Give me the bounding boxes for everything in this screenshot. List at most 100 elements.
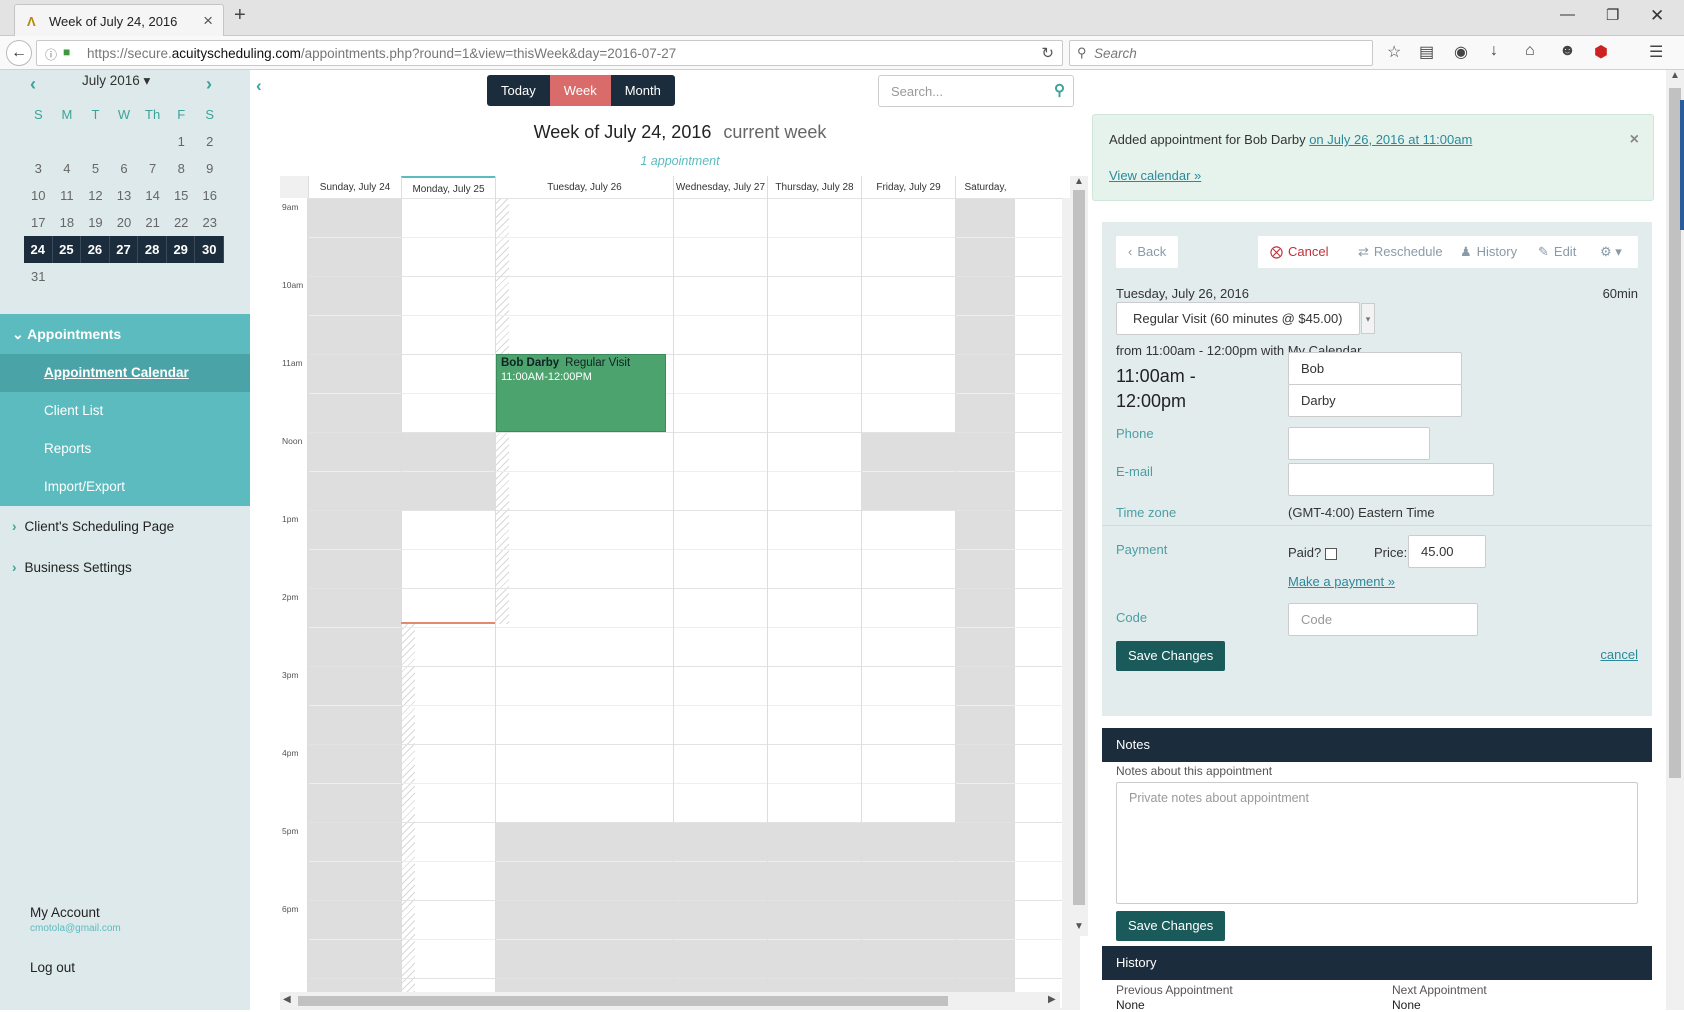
select-arrow-icon[interactable]: ▾	[1361, 303, 1375, 334]
save-notes-button[interactable]: Save Changes	[1116, 911, 1226, 941]
sidebar-item-appointment-calendar[interactable]: Appointment Calendar	[0, 354, 250, 392]
reader-icon[interactable]: ▤	[1419, 42, 1434, 62]
search-icon[interactable]: ⚲	[1054, 81, 1065, 99]
scroll-down-icon[interactable]: ▼	[1074, 921, 1084, 932]
calendar-day[interactable]: 12	[81, 182, 110, 209]
emoji-icon[interactable]: ☻	[1559, 42, 1576, 60]
calendar-day[interactable]: 19	[81, 209, 110, 236]
calendar-day[interactable]: 31	[24, 263, 53, 290]
calendar-day[interactable]: 18	[53, 209, 82, 236]
web-search-box[interactable]: ⚲ Search	[1069, 40, 1373, 66]
month-selector[interactable]: July 2016 ▾	[82, 73, 150, 89]
adblock-icon[interactable]: ⬢	[1594, 42, 1608, 62]
restore-icon[interactable]: ❐	[1606, 6, 1619, 24]
day-header[interactable]: Tuesday, July 26	[495, 176, 673, 198]
phone-field[interactable]	[1288, 427, 1430, 460]
sidebar-item-import-export[interactable]: Import/Export	[0, 468, 250, 506]
url-bar[interactable]: ⓘ ■ https://secure.acuityscheduling.com/…	[36, 40, 1063, 66]
sidebar-item-client-list[interactable]: Client List	[0, 392, 250, 430]
day-header[interactable]: Friday, July 29	[861, 176, 955, 198]
cancel-link[interactable]: cancel	[1600, 647, 1638, 662]
save-changes-button[interactable]: Save Changes	[1116, 641, 1226, 671]
scroll-up-icon[interactable]: ▲	[1670, 70, 1680, 81]
pocket-icon[interactable]: ◉	[1454, 42, 1468, 62]
view-calendar-link[interactable]: View calendar »	[1109, 168, 1201, 183]
calendar-day[interactable]: 14	[138, 182, 167, 209]
make-payment-link[interactable]: Make a payment »	[1288, 574, 1395, 589]
sidebar-section-appointments[interactable]: ⌄ Appointments	[0, 314, 250, 354]
calendar-day[interactable]: 10	[24, 182, 53, 209]
price-field[interactable]: 45.00	[1408, 535, 1486, 568]
minimize-icon[interactable]: —	[1560, 6, 1575, 23]
calendar-day[interactable]: 27	[110, 236, 139, 263]
calendar-day[interactable]: 26	[81, 236, 110, 263]
history-button[interactable]: ♟ History	[1448, 236, 1530, 268]
bookmark-star-icon[interactable]: ☆	[1387, 42, 1401, 62]
my-account-link[interactable]: My Account	[30, 905, 121, 920]
day-column[interactable]	[861, 198, 955, 1008]
scroll-right-icon[interactable]: ▶	[1048, 994, 1056, 1005]
calendar-day[interactable]: 3	[24, 155, 53, 182]
day-column[interactable]	[955, 198, 1015, 1008]
calendar-day[interactable]: 13	[110, 182, 139, 209]
close-alert-icon[interactable]: ×	[1630, 131, 1639, 149]
reschedule-button[interactable]: ⇄ Reschedule	[1346, 236, 1455, 268]
day-header[interactable]: Saturday,	[955, 176, 1015, 198]
scroll-left-icon[interactable]: ◀	[283, 994, 291, 1005]
calendar-day[interactable]: 1	[167, 128, 196, 155]
calendar-day[interactable]: 28	[138, 236, 167, 263]
calendar-day[interactable]: 4	[53, 155, 82, 182]
calendar-vertical-scrollbar[interactable]: ▲ ▼	[1070, 176, 1088, 936]
home-icon[interactable]: ⌂	[1525, 42, 1535, 60]
calendar-day[interactable]: 21	[138, 209, 167, 236]
appointment-date-link[interactable]: on July 26, 2016 at 11:00am	[1309, 132, 1472, 147]
edit-button[interactable]: ✎ Edit	[1526, 236, 1589, 268]
day-header[interactable]: Sunday, July 24	[308, 176, 401, 198]
prev-month-icon[interactable]: ‹	[30, 74, 36, 95]
browser-tab[interactable]: Λ Week of July 24, 2016 ×	[14, 4, 224, 36]
scroll-up-icon[interactable]: ▲	[1074, 176, 1084, 187]
close-tab-icon[interactable]: ×	[203, 11, 213, 31]
calendar-day[interactable]: 29	[167, 236, 196, 263]
calendar-day[interactable]: 16	[195, 182, 224, 209]
menu-icon[interactable]: ☰	[1649, 42, 1663, 62]
month-button[interactable]: Month	[610, 75, 675, 106]
calendar-day[interactable]: 17	[24, 209, 53, 236]
day-column[interactable]	[401, 198, 495, 1008]
code-field[interactable]: Code	[1288, 603, 1478, 636]
calendar-day[interactable]: 5	[81, 155, 110, 182]
calendar-day[interactable]: 8	[167, 155, 196, 182]
email-field[interactable]	[1288, 463, 1494, 496]
last-name-field[interactable]: Darby	[1288, 384, 1462, 417]
close-window-icon[interactable]: ✕	[1650, 6, 1664, 26]
cancel-appointment-button[interactable]: ⨂ Cancel	[1258, 236, 1341, 268]
sidebar-item-reports[interactable]: Reports	[0, 430, 250, 468]
calendar-horizontal-scrollbar[interactable]: ◀ ▶	[280, 992, 1060, 1010]
day-column[interactable]	[308, 198, 401, 1008]
reload-icon[interactable]: ↻	[1041, 44, 1054, 62]
day-header[interactable]: Monday, July 25	[401, 176, 495, 198]
sidebar-item-business-settings[interactable]: › Business Settings	[0, 547, 250, 588]
notes-textarea[interactable]: Private notes about appointment	[1116, 782, 1638, 904]
day-column[interactable]	[673, 198, 767, 1008]
next-month-icon[interactable]: ›	[206, 74, 212, 95]
calendar-day[interactable]: 24	[24, 236, 53, 263]
calendar-day[interactable]: 25	[53, 236, 82, 263]
calendar-day[interactable]: 9	[195, 155, 224, 182]
calendar-day[interactable]: 22	[167, 209, 196, 236]
day-header[interactable]: Wednesday, July 27	[673, 176, 767, 198]
calendar-day[interactable]: 15	[167, 182, 196, 209]
calendar-day[interactable]: 23	[195, 209, 224, 236]
calendar-day[interactable]: 2	[195, 128, 224, 155]
calendar-day[interactable]: 6	[110, 155, 139, 182]
day-column[interactable]	[495, 198, 673, 1008]
day-header[interactable]: Thursday, July 28	[767, 176, 861, 198]
calendar-day[interactable]: 11	[53, 182, 82, 209]
appointment-event[interactable]: Bob Darby Regular Visit 11:00AM-12:00PM	[496, 354, 666, 432]
today-button[interactable]: Today	[487, 75, 550, 106]
appointment-count[interactable]: 1 appointment	[280, 154, 1080, 168]
hscroll-thumb[interactable]	[298, 996, 948, 1006]
info-icon[interactable]: ⓘ	[45, 46, 57, 63]
settings-dropdown[interactable]: ⚙ ▾	[1588, 236, 1634, 268]
calendar-search-input[interactable]: Search... ⚲	[878, 75, 1074, 107]
